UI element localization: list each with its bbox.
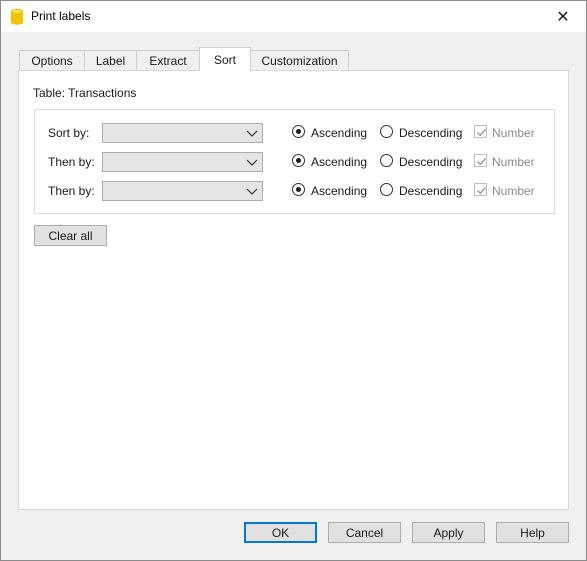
number-checkbox[interactable] [474, 183, 487, 196]
help-button[interactable]: Help [496, 522, 569, 543]
sort-field-combo[interactable] [102, 152, 263, 172]
descending-label: Descending [399, 155, 463, 169]
number-label: Number [492, 126, 535, 140]
apply-button[interactable]: Apply [412, 522, 485, 543]
descending-radio[interactable] [380, 154, 393, 167]
number-checkbox[interactable] [474, 154, 487, 167]
sort-field-combo[interactable] [102, 181, 263, 201]
descending-radio[interactable] [380, 125, 393, 138]
tab-label[interactable]: Label [84, 50, 137, 70]
ascending-label: Ascending [311, 126, 368, 140]
sort-criteria-group: Sort by: Ascending Descending Number The… [34, 109, 555, 214]
checkmark-icon [477, 129, 487, 137]
clear-all-button[interactable]: Clear all [34, 225, 107, 246]
then-by-label: Then by: [48, 155, 95, 169]
ok-button[interactable]: OK [244, 522, 317, 543]
ascending-radio[interactable] [292, 125, 305, 138]
sort-tab-panel: Table: Transactions Sort by: Ascending D… [18, 70, 569, 510]
sort-by-label: Sort by: [48, 126, 90, 140]
checkmark-icon [477, 187, 487, 195]
ascending-radio[interactable] [292, 183, 305, 196]
checkmark-icon [477, 158, 487, 166]
sort-field-combo[interactable] [102, 123, 263, 143]
chevron-down-icon [246, 188, 258, 195]
tab-sort[interactable]: Sort [199, 47, 251, 71]
close-icon: ✕ [556, 8, 570, 26]
sort-row-1: Sort by: Ascending Descending Number [35, 122, 554, 144]
then-by-label: Then by: [48, 184, 95, 198]
print-labels-dialog: Print labels ✕ Options Label Extract Sor… [0, 0, 587, 561]
chevron-down-icon [246, 130, 258, 137]
tab-options[interactable]: Options [19, 50, 85, 70]
tab-customization[interactable]: Customization [250, 50, 349, 70]
ascending-label: Ascending [311, 184, 368, 198]
sort-row-3: Then by: Ascending Descending Number [35, 180, 554, 202]
title-bar: Print labels ✕ [1, 1, 586, 32]
descending-label: Descending [399, 184, 463, 198]
ascending-label: Ascending [311, 155, 368, 169]
tab-extract[interactable]: Extract [136, 50, 200, 70]
banana-app-icon [11, 8, 23, 25]
sort-row-2: Then by: Ascending Descending Number [35, 151, 554, 173]
ascending-radio[interactable] [292, 154, 305, 167]
descending-radio[interactable] [380, 183, 393, 196]
table-label: Table: Transactions [33, 86, 137, 100]
chevron-down-icon [246, 159, 258, 166]
cancel-button[interactable]: Cancel [328, 522, 401, 543]
number-checkbox[interactable] [474, 125, 487, 138]
number-label: Number [492, 184, 535, 198]
close-button[interactable]: ✕ [540, 1, 586, 32]
number-label: Number [492, 155, 535, 169]
window-title: Print labels [31, 9, 91, 23]
descending-label: Descending [399, 126, 463, 140]
